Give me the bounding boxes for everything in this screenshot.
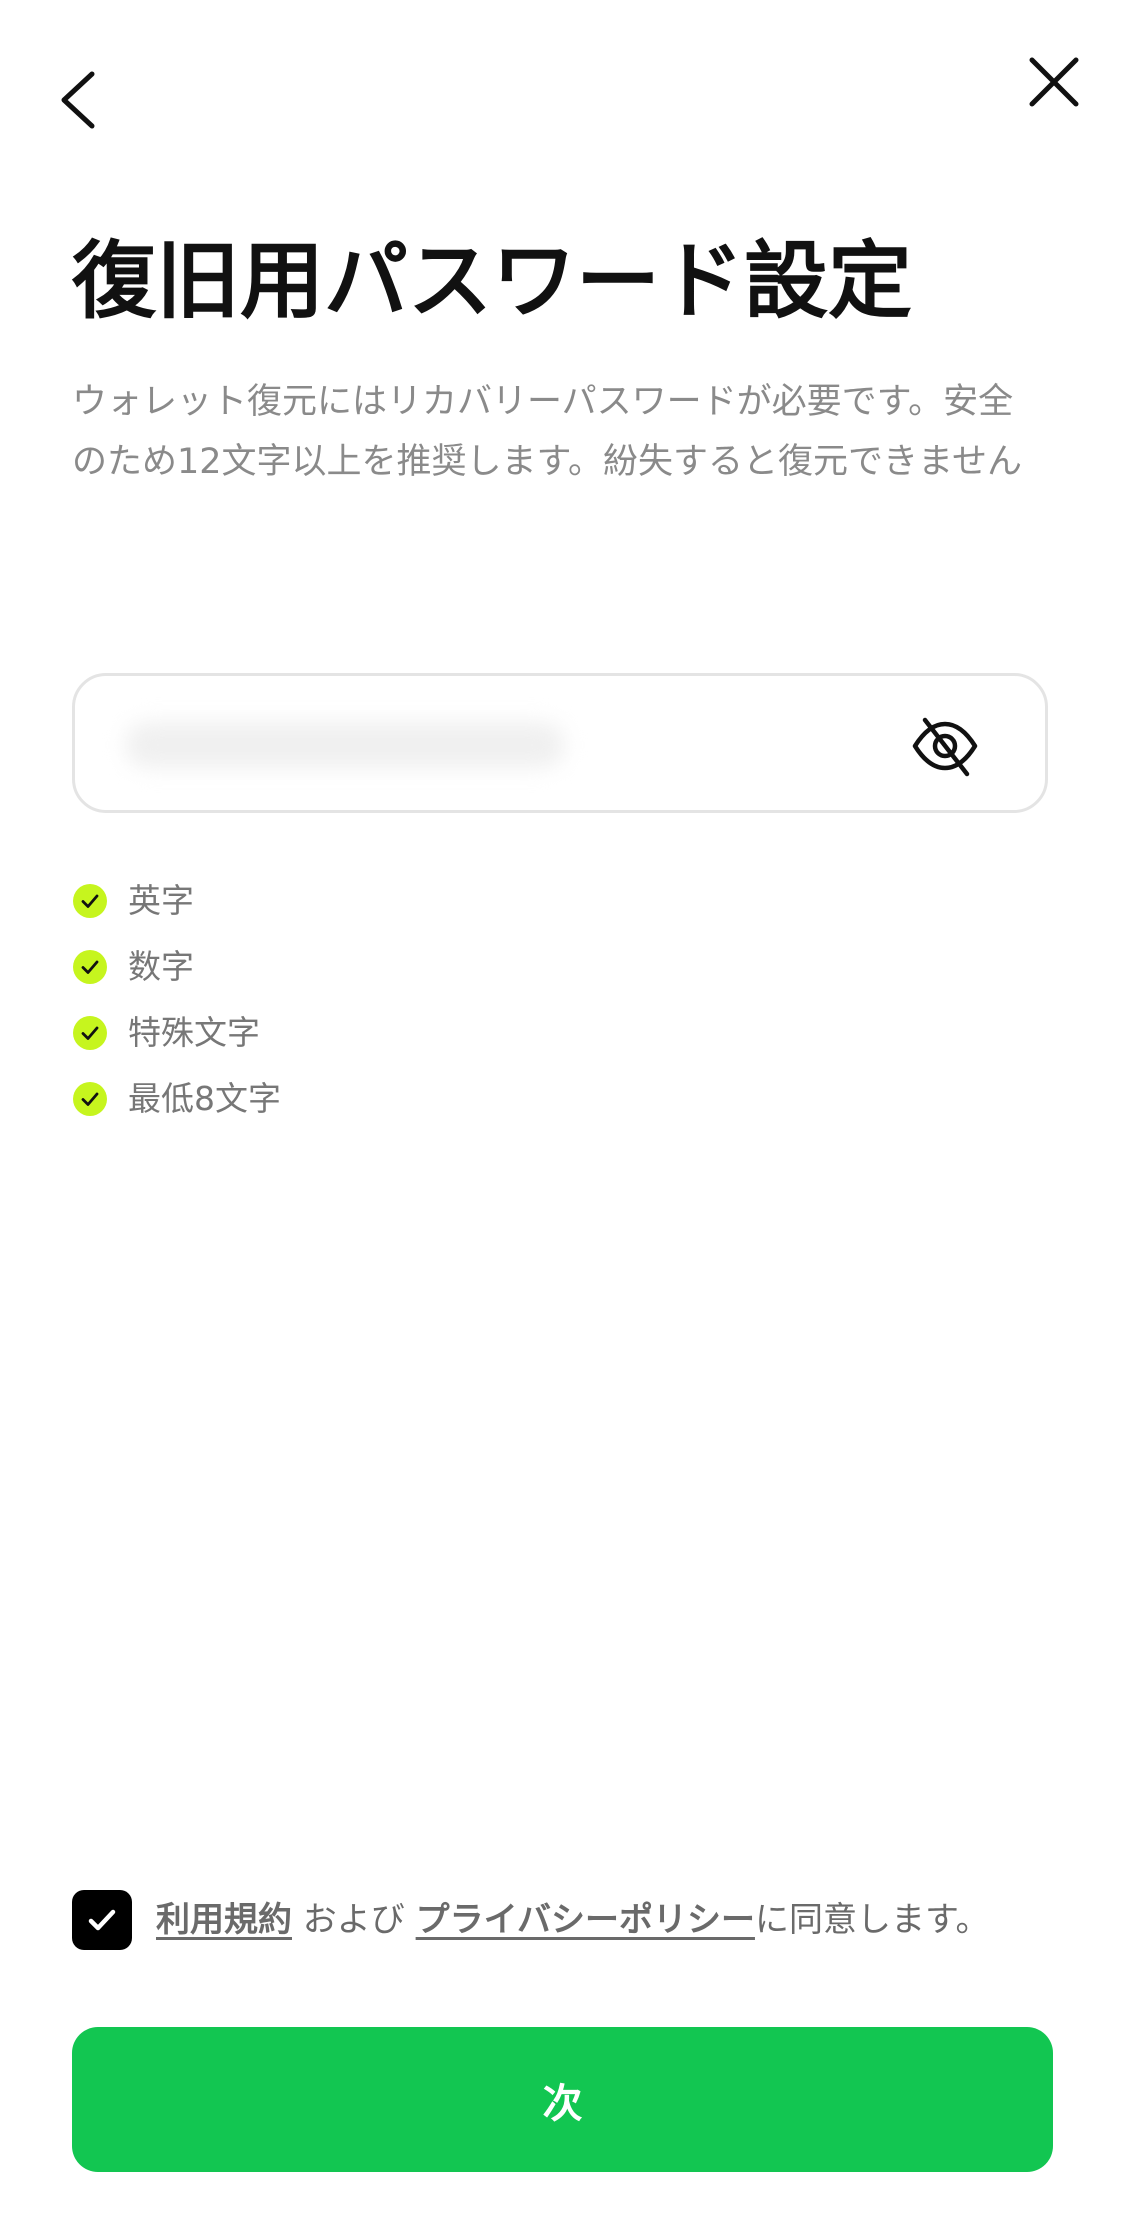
requirement-label: 特殊文字 xyxy=(128,1013,260,1052)
consent-and-text: および xyxy=(292,1900,416,1940)
page-title: 復旧用パスワード設定 xyxy=(72,232,913,330)
close-button[interactable] xyxy=(1022,50,1086,114)
requirement-label: 英字 xyxy=(128,881,194,920)
requirement-label: 最低8文字 xyxy=(128,1079,281,1118)
description-text: ウォレット復元にはリカバリーパスワードが必要です。安全のため12文字以上を推奨し… xyxy=(72,382,1022,482)
checkmark-icon xyxy=(88,1909,116,1931)
check-circle-icon xyxy=(73,950,107,984)
back-button[interactable] xyxy=(52,64,108,136)
close-icon xyxy=(1029,57,1079,107)
consent-row: 利用規約 および プライバシーポリシーに同意します。 xyxy=(72,1888,1072,1952)
requirement-item: 特殊文字 xyxy=(72,1000,672,1066)
requirement-label: 数字 xyxy=(128,947,194,986)
check-circle-icon xyxy=(73,1082,107,1116)
chevron-left-icon xyxy=(61,71,95,129)
requirement-item: 最低8文字 xyxy=(72,1066,672,1132)
visibility-toggle-button[interactable] xyxy=(909,714,981,778)
consent-checkbox[interactable] xyxy=(72,1890,132,1950)
requirement-item: 英字 xyxy=(72,868,672,934)
privacy-policy-link[interactable]: プライバシーポリシー xyxy=(416,1900,755,1940)
check-circle-icon xyxy=(73,1016,107,1050)
check-circle-icon xyxy=(73,884,107,918)
next-button[interactable]: 次 xyxy=(72,2027,1053,2172)
terms-link[interactable]: 利用規約 xyxy=(156,1900,292,1940)
password-field[interactable] xyxy=(72,673,1048,813)
consent-text: 利用規約 および プライバシーポリシーに同意します。 xyxy=(156,1888,990,1952)
consent-suffix-text: に同意します。 xyxy=(754,1900,990,1940)
requirement-item: 数字 xyxy=(72,934,672,1000)
password-input[interactable] xyxy=(115,706,919,788)
eye-off-icon xyxy=(912,717,978,777)
password-requirements: 英字 数字 特殊文字 最低8文字 xyxy=(72,868,672,1132)
